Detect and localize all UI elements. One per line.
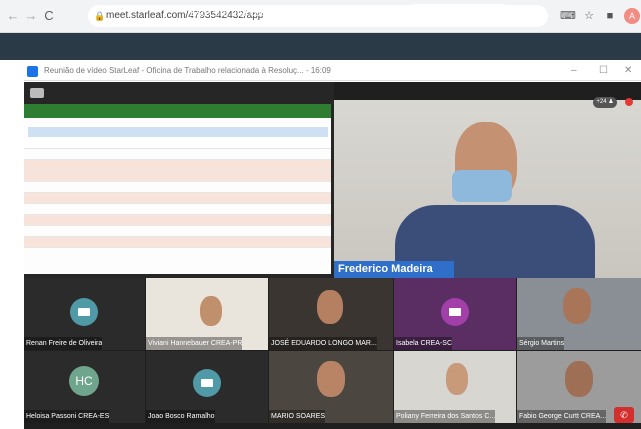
participant-name: MARIO SOARES	[269, 410, 326, 423]
cookie-more-info-link[interactable]: Mais informações	[313, 8, 391, 19]
camera-off-icon	[441, 298, 469, 326]
recording-indicator	[625, 98, 633, 106]
participant-face	[317, 361, 345, 397]
participant-name: Fabio George Curtt CREA...	[517, 410, 607, 423]
starleaf-logo-icon	[27, 66, 38, 77]
participant-tile[interactable]: Sérgio Martins	[517, 278, 641, 350]
profile-avatar[interactable]: A	[624, 8, 640, 24]
active-speaker-name: Frederico Madeira	[334, 261, 454, 278]
participant-face	[446, 363, 468, 395]
participant-name: Isabela CREA-SC	[394, 337, 453, 350]
participant-tile[interactable]: MARIO SOARES	[269, 351, 393, 423]
reload-button[interactable]: C	[42, 9, 56, 23]
star-icon[interactable]: ☆	[582, 9, 596, 23]
participant-face	[317, 290, 343, 324]
participant-tile[interactable]: Isabela CREA-SC	[394, 278, 516, 350]
app-title-bar: Reunião de vídeo StarLeaf - Oficina de T…	[24, 63, 641, 81]
maximize-button[interactable]: ☐	[599, 65, 608, 76]
spreadsheet-ribbon	[24, 104, 331, 118]
extension-icon[interactable]: ■	[603, 9, 617, 23]
translate-icon[interactable]: ⌨	[560, 9, 576, 23]
participant-face	[565, 361, 593, 397]
participant-tile[interactable]: Viviani Hannebauer CREA-PR	[146, 278, 268, 350]
cookie-accept-button[interactable]: Sem problemas.	[413, 4, 505, 23]
participant-face	[563, 288, 591, 324]
participant-face	[200, 296, 222, 326]
minimize-button[interactable]: –	[571, 65, 577, 76]
speaker-mask	[452, 170, 512, 202]
lock-icon: 🔒	[94, 11, 106, 21]
camera-off-icon	[193, 369, 221, 397]
participant-tile[interactable]: Poliany Ferreira dos Santos C...	[394, 351, 516, 423]
spreadsheet-header	[28, 127, 328, 137]
participant-name: Joao Bosco Ramalho	[146, 410, 215, 423]
back-button[interactable]: ←	[6, 9, 20, 23]
participant-name: Heloisa Passoni CREA-ES	[24, 410, 110, 423]
participant-tile[interactable]: Joao Bosco Ramalho	[146, 351, 268, 423]
participant-name: Poliany Ferreira dos Santos C...	[394, 410, 496, 423]
participant-name: JOSÉ EDUARDO LONGO MAR...	[269, 337, 377, 350]
participant-tile[interactable]: Renan Freire de Oliveira	[24, 278, 145, 350]
participant-tile[interactable]: HC Heloisa Passoni CREA-ES	[24, 351, 145, 423]
participant-tile[interactable]: JOSÉ EDUARDO LONGO MAR...	[269, 278, 393, 350]
participant-name: Renan Freire de Oliveira	[24, 337, 103, 350]
end-call-icon[interactable]: ✆	[614, 407, 634, 423]
share-icon	[30, 88, 44, 98]
participant-count-badge[interactable]: +24 ♟	[593, 97, 617, 108]
participant-name: Sérgio Martins	[517, 337, 565, 350]
camera-off-icon	[70, 298, 98, 326]
close-button[interactable]: ✕	[624, 65, 632, 76]
participant-name: Viviani Hannebauer CREA-PR	[146, 337, 243, 350]
app-window-title: Reunião de vídeo StarLeaf - Oficina de T…	[44, 66, 331, 75]
cookie-banner	[0, 33, 641, 60]
participant-initials-avatar: HC	[69, 366, 99, 396]
cookie-message: Este site usa cookies.	[190, 8, 287, 19]
forward-button[interactable]: →	[24, 9, 38, 23]
